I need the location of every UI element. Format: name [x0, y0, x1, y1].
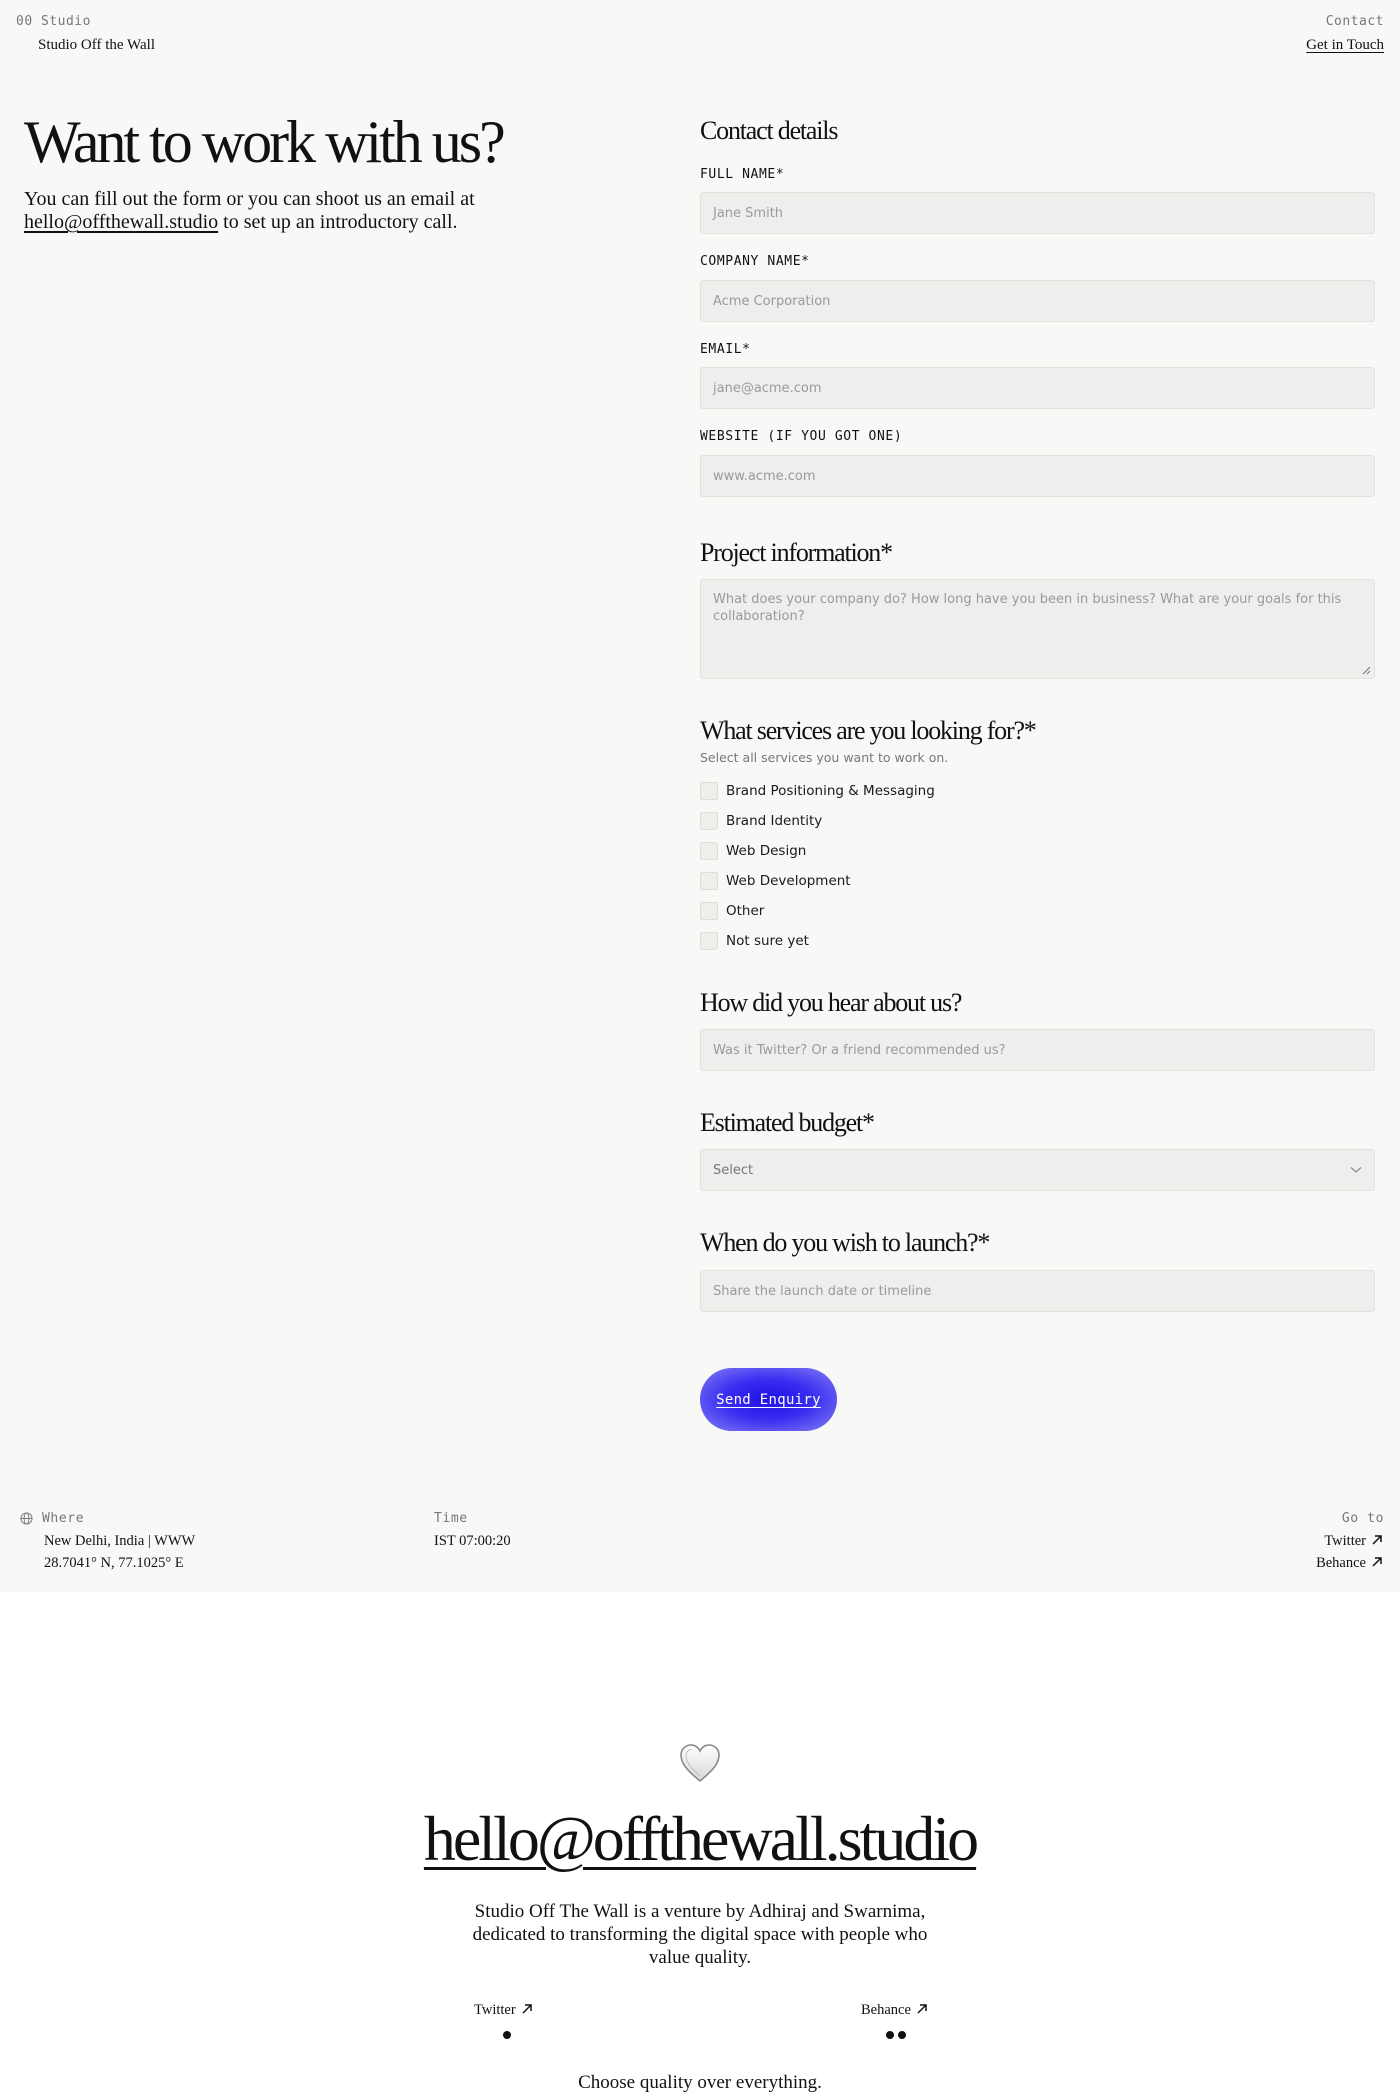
- time-value: IST 07:00:20: [434, 1533, 511, 1549]
- dot-indicator: [898, 2031, 906, 2039]
- hear-about-heading: How did you hear about us?: [700, 988, 962, 1017]
- services-hint: Select all services you want to work on.: [700, 750, 949, 765]
- company-name-placeholder: Acme Corporation: [713, 293, 831, 309]
- website-input[interactable]: www.acme.com: [700, 455, 1375, 497]
- footer-twitter-link[interactable]: Twitter: [474, 2002, 534, 2019]
- company-name-label: COMPANY NAME*: [700, 254, 810, 269]
- service-checkbox[interactable]: [700, 932, 718, 950]
- service-label: Brand Identity: [726, 813, 823, 829]
- brand-name[interactable]: Studio Off the Wall: [38, 37, 155, 54]
- where-label: Where: [42, 1511, 85, 1526]
- email-label: EMAIL*: [700, 342, 751, 357]
- budget-select-value: Select: [713, 1162, 754, 1178]
- hero-text-before: You can fill out the form or you can sho…: [24, 188, 475, 210]
- header-section: Studio: [40, 14, 91, 29]
- company-name-input[interactable]: Acme Corporation: [700, 280, 1375, 322]
- twitter-link[interactable]: Twitter: [1324, 1533, 1384, 1550]
- dot-indicator: [503, 2031, 511, 2039]
- time-label: Time: [434, 1511, 468, 1526]
- service-option[interactable]: Brand Positioning & Messaging: [700, 782, 935, 800]
- arrow-up-right-icon: [917, 2004, 927, 2014]
- footer-behance-link[interactable]: Behance: [861, 2002, 929, 2019]
- full-name-input[interactable]: Jane Smith: [700, 192, 1375, 234]
- service-option[interactable]: Other: [700, 902, 764, 920]
- footer-motto: Choose quality over everything.: [578, 2072, 822, 2093]
- footer-twitter-label: Twitter: [474, 2002, 516, 2018]
- service-label: Brand Positioning & Messaging: [726, 783, 935, 799]
- budget-heading: Estimated budget*: [700, 1108, 875, 1137]
- arrow-up-right-icon: [1372, 1557, 1382, 1567]
- globe-icon: [20, 1512, 33, 1525]
- arrow-up-right-icon: [522, 2004, 532, 2014]
- footer-tagline: Studio Off The Wall is a venture by Adhi…: [472, 1901, 928, 1968]
- website-placeholder: www.acme.com: [713, 468, 816, 484]
- service-label: Not sure yet: [726, 933, 809, 949]
- behance-link[interactable]: Behance: [1316, 1555, 1384, 1572]
- goto-label: Go to: [1341, 1511, 1384, 1526]
- project-info-placeholder: What does your company do? How long have…: [713, 592, 1342, 624]
- full-name-label: FULL NAME*: [700, 167, 785, 182]
- contact-details-heading: Contact details: [700, 116, 838, 145]
- service-label: Other: [726, 903, 765, 919]
- project-info-heading: Project information*: [700, 538, 893, 567]
- website-label: WEBSITE (IF YOU GOT ONE): [700, 429, 903, 444]
- hero-email-link[interactable]: hello@offthewall.studio: [24, 211, 218, 233]
- service-label: Web Development: [726, 873, 851, 889]
- hear-about-placeholder: Was it Twitter? Or a friend recommended …: [713, 1042, 1006, 1058]
- service-option[interactable]: Brand Identity: [700, 812, 822, 830]
- twitter-link-label: Twitter: [1324, 1533, 1366, 1549]
- footer-email-link[interactable]: hello@offthewall.studio: [0, 1802, 1400, 1876]
- budget-select[interactable]: Select: [700, 1149, 1375, 1191]
- behance-link-label: Behance: [1316, 1555, 1366, 1571]
- footer-behance-label: Behance: [861, 2002, 911, 2018]
- resize-handle-icon[interactable]: [1362, 666, 1371, 675]
- launch-input[interactable]: Share the launch date or timeline: [700, 1270, 1375, 1312]
- launch-placeholder: Share the launch date or timeline: [713, 1283, 932, 1299]
- hero-text-after: to set up an introductory call.: [223, 211, 458, 233]
- service-option[interactable]: Web Design: [700, 842, 806, 860]
- get-in-touch-link[interactable]: Get in Touch: [1306, 37, 1384, 54]
- full-name-placeholder: Jane Smith: [713, 205, 784, 221]
- email-field[interactable]: jane@acme.com: [700, 367, 1375, 409]
- service-checkbox[interactable]: [700, 812, 718, 830]
- service-option[interactable]: Web Development: [700, 872, 851, 890]
- contact-label: Contact: [1325, 14, 1384, 29]
- arrow-up-right-icon: [1372, 1535, 1382, 1545]
- launch-heading: When do you wish to launch?*: [700, 1228, 990, 1257]
- chevron-down-icon: [1350, 1167, 1362, 1173]
- heart-icon: [680, 1744, 720, 1783]
- send-enquiry-button[interactable]: Send Enquiry: [700, 1368, 837, 1431]
- service-checkbox[interactable]: [700, 872, 718, 890]
- project-info-textarea[interactable]: What does your company do? How long have…: [700, 579, 1375, 679]
- dot-indicator: [886, 2031, 894, 2039]
- service-checkbox[interactable]: [700, 842, 718, 860]
- email-placeholder: jane@acme.com: [713, 380, 822, 396]
- services-heading: What services are you looking for?*: [700, 716, 1037, 745]
- hero-description: You can fill out the form or you can sho…: [24, 188, 484, 234]
- header-section-label: 00 Studio: [16, 14, 91, 29]
- service-checkbox[interactable]: [700, 782, 718, 800]
- where-label-row: Where: [20, 1511, 84, 1526]
- service-checkbox[interactable]: [700, 902, 718, 920]
- page-title: Want to work with us?: [24, 109, 506, 175]
- location-text: New Delhi, India | WWW: [44, 1533, 196, 1549]
- service-label: Web Design: [726, 843, 807, 859]
- service-option[interactable]: Not sure yet: [700, 932, 809, 950]
- header-index: 00: [16, 14, 33, 29]
- hear-about-input[interactable]: Was it Twitter? Or a friend recommended …: [700, 1029, 1375, 1071]
- coordinates-text: 28.7041° N, 77.1025° E: [44, 1555, 184, 1571]
